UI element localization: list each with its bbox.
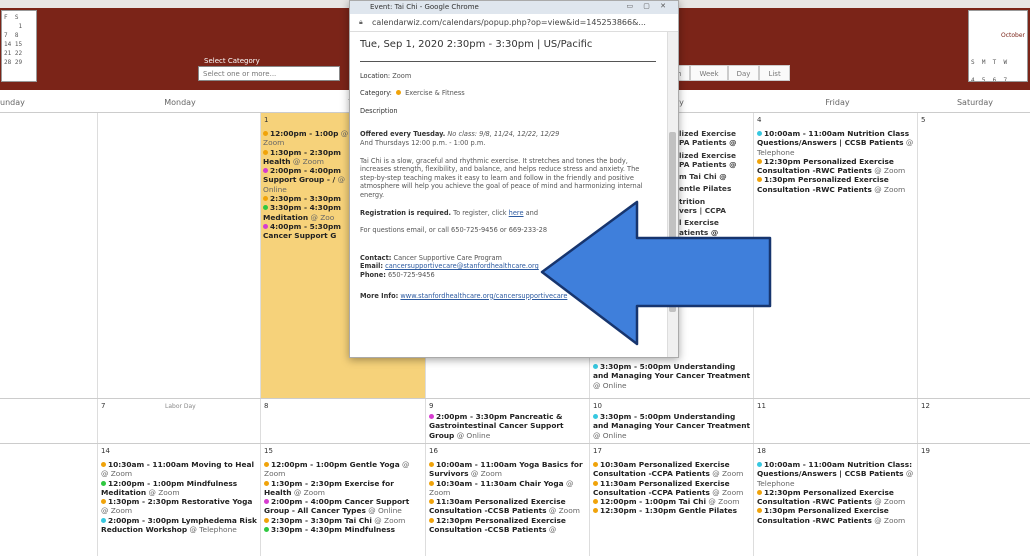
annotation-arrow-icon [540,200,772,346]
calendar-page: F S 17 8 14 15 21 22 28 29 October S M T W … [0,0,1030,556]
